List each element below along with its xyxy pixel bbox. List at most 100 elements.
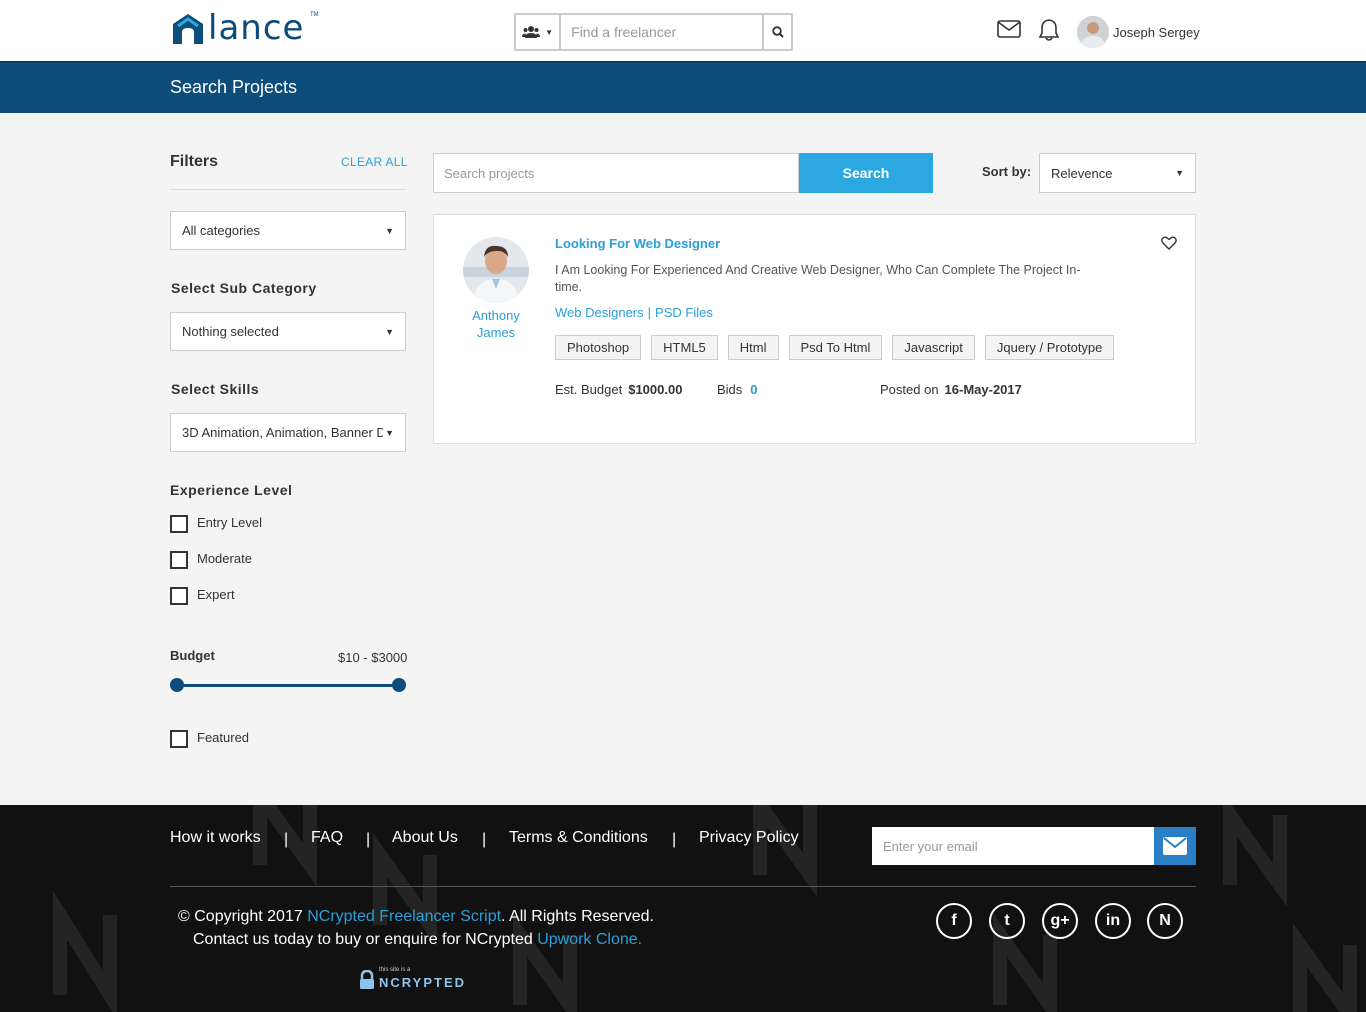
checkbox-box[interactable]	[170, 730, 188, 748]
sort-select[interactable]: Relevence ▼	[1039, 153, 1196, 193]
messages-button[interactable]	[997, 20, 1021, 43]
skill-tag[interactable]: Photoshop	[555, 335, 642, 360]
skills-label: Select Skills	[171, 381, 260, 397]
chevron-down-icon: ▼	[545, 27, 554, 37]
checkbox-box[interactable]	[170, 551, 188, 569]
search-icon	[771, 26, 784, 38]
newsletter-form	[872, 827, 1196, 865]
skill-tag[interactable]: Psd To Html	[788, 335, 883, 360]
sort-select-value: Relevence	[1051, 165, 1113, 181]
user-avatar	[1077, 16, 1109, 48]
checkbox-label: Entry Level	[197, 514, 263, 530]
posted-label: Posted on	[880, 382, 939, 397]
category-separator: |	[647, 305, 652, 320]
category-select-value: All categories	[182, 223, 261, 238]
checkbox-box[interactable]	[170, 587, 188, 605]
linkedin-icon[interactable]: in	[1095, 903, 1131, 939]
lock-icon	[360, 970, 374, 989]
featured-checkbox[interactable]: Featured	[170, 730, 249, 748]
freelancer-search: ▼	[514, 13, 793, 51]
skill-tag[interactable]: Html	[727, 335, 779, 360]
ncrypted-icon[interactable]: N	[1147, 903, 1183, 939]
top-navbar: lance TM ▼ Find a freelancer Joseph Serg…	[0, 0, 1366, 61]
page-title: Search Projects	[170, 77, 298, 97]
bids-value: 0	[750, 382, 758, 397]
envelope-icon	[1163, 837, 1187, 855]
posted-value: 16-May-2017	[944, 382, 1022, 397]
experience-moderate-checkbox[interactable]: Moderate	[170, 551, 252, 569]
facebook-icon[interactable]: f	[936, 903, 972, 939]
checkbox-label: Moderate	[197, 550, 252, 566]
skill-tag[interactable]: HTML5	[651, 335, 718, 360]
copyright-text: © Copyright 2017 NCrypted Freelancer Scr…	[178, 908, 654, 926]
budget-slider-max-handle[interactable]	[392, 678, 406, 692]
skill-tag[interactable]: Javascript	[892, 335, 975, 360]
contact-prefix: Contact us today to buy or enquire for N…	[193, 931, 538, 948]
footer-link-privacy[interactable]: Privacy Policy	[699, 829, 799, 847]
header-search-button[interactable]	[762, 15, 791, 49]
footer-divider	[170, 886, 1196, 887]
project-title-link[interactable]: Looking For Web Designer	[555, 236, 720, 251]
filters-divider	[170, 189, 406, 190]
budget-label: Budget	[170, 648, 215, 663]
checkbox-label: Featured	[197, 729, 250, 745]
page-banner: Search Projects	[0, 61, 1366, 113]
google-plus-icon[interactable]: g+	[1042, 903, 1078, 939]
client-name-link[interactable]: Anthony James	[454, 307, 538, 341]
budget-slider-track[interactable]	[176, 684, 400, 687]
footer-link-terms[interactable]: Terms & Conditions	[509, 829, 648, 847]
footer-separator: |	[284, 831, 289, 848]
project-bids: Bids 0	[717, 382, 758, 397]
site-logo[interactable]: lance TM	[170, 10, 319, 46]
site-footer: How it works | FAQ | About Us | Terms & …	[0, 805, 1366, 1012]
sub-category-select[interactable]: Nothing selected ▼	[170, 312, 406, 351]
client-avatar[interactable]	[463, 237, 529, 303]
skills-select-value: 3D Animation, Animation, Banner D	[182, 425, 384, 440]
copyright-suffix: . All Rights Reserved.	[501, 908, 654, 925]
twitter-icon[interactable]: t	[989, 903, 1025, 939]
copyright-link[interactable]: NCrypted Freelancer Script	[307, 908, 501, 925]
experience-expert-checkbox[interactable]: Expert	[170, 587, 235, 605]
caret-down-icon: ▼	[385, 427, 394, 438]
sub-category-select-value: Nothing selected	[182, 324, 279, 339]
checkbox-label: Expert	[197, 586, 235, 602]
budget-value: $1000.00	[628, 382, 683, 397]
footer-link-how-it-works[interactable]: How it works	[170, 829, 261, 847]
budget-slider-min-handle[interactable]	[170, 678, 184, 692]
newsletter-submit-button[interactable]	[1154, 827, 1196, 865]
project-search-input[interactable]	[433, 153, 799, 193]
footer-separator: |	[366, 831, 371, 848]
notifications-button[interactable]	[1038, 18, 1060, 47]
copyright-prefix: © Copyright 2017	[178, 908, 308, 925]
heart-icon	[1161, 236, 1177, 250]
logo-icon	[170, 10, 206, 46]
footer-link-faq[interactable]: FAQ	[311, 829, 343, 847]
search-button[interactable]: Search	[799, 153, 933, 193]
skill-tag[interactable]: Jquery / Prototype	[984, 335, 1115, 360]
upwork-clone-link[interactable]: Upwork Clone.	[537, 931, 642, 948]
search-type-dropdown[interactable]: ▼	[516, 15, 562, 49]
badge-text: NCRYPTED	[379, 975, 467, 990]
users-icon	[522, 26, 541, 38]
project-subcategory-link[interactable]: PSD Files	[655, 305, 713, 320]
ncrypted-badge[interactable]: this site is a NCRYPTED	[359, 967, 466, 990]
bell-icon	[1038, 19, 1060, 41]
project-category-link[interactable]: Web Designers	[555, 305, 644, 320]
budget-range-value: $10 - $3000	[338, 650, 408, 665]
newsletter-email-input[interactable]	[872, 827, 1154, 865]
contact-text: Contact us today to buy or enquire for N…	[193, 931, 642, 949]
favorite-button[interactable]	[1161, 236, 1177, 255]
sub-category-label: Select Sub Category	[171, 280, 317, 296]
freelancer-search-input[interactable]	[561, 15, 763, 49]
project-categories: Web Designers | PSD Files	[555, 305, 713, 320]
user-menu[interactable]: Joseph Sergey	[1077, 16, 1200, 48]
checkbox-box[interactable]	[170, 515, 188, 533]
badge-caption: this site is a	[379, 967, 411, 973]
experience-entry-checkbox[interactable]: Entry Level	[170, 515, 262, 533]
project-card: Anthony James Looking For Web Designer I…	[433, 214, 1196, 444]
clear-all-link[interactable]: CLEAR ALL	[341, 155, 408, 169]
category-select[interactable]: All categories ▼	[170, 211, 406, 250]
budget-label: Est. Budget	[555, 382, 623, 397]
footer-link-about-us[interactable]: About Us	[392, 829, 458, 847]
skills-select[interactable]: 3D Animation, Animation, Banner D ▼	[170, 413, 406, 452]
